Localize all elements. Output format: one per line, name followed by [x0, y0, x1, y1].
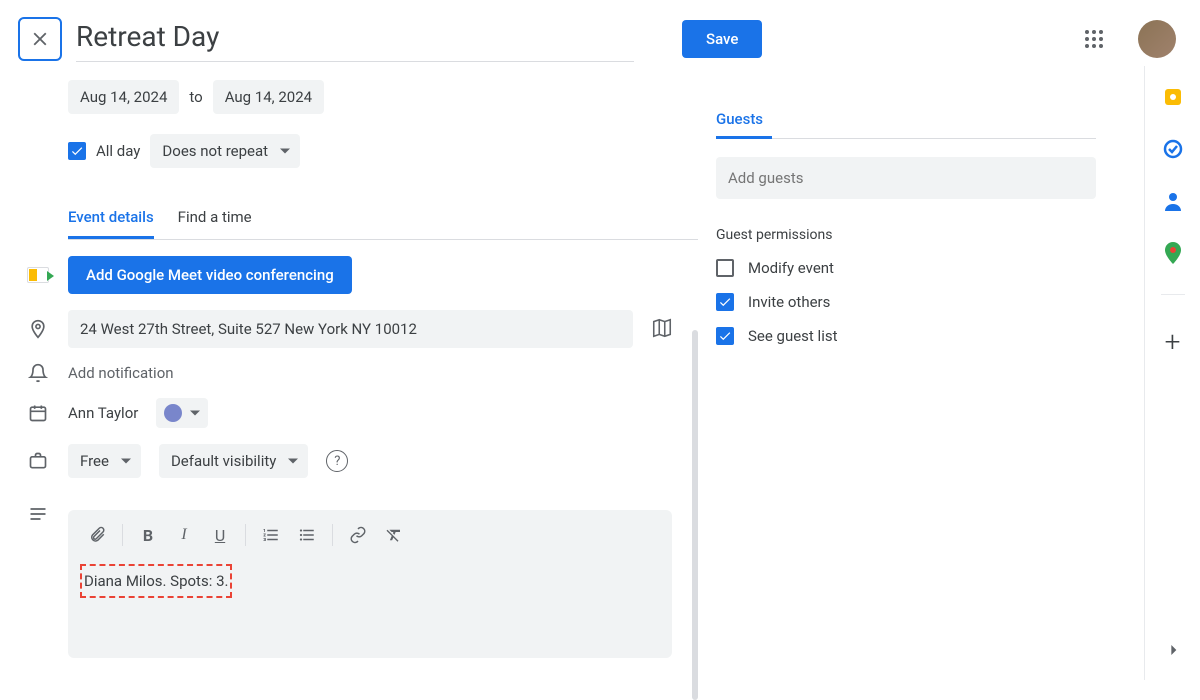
map-icon[interactable] — [651, 317, 675, 341]
close-button[interactable] — [18, 17, 62, 61]
bullet-list-icon[interactable] — [290, 518, 324, 552]
notification-icon — [26, 363, 50, 383]
visibility-select[interactable]: Default visibility — [159, 444, 308, 478]
keep-icon[interactable] — [1162, 86, 1184, 108]
description-content[interactable]: Diana Milos. Spots: 3. — [68, 560, 672, 658]
contacts-icon[interactable] — [1162, 190, 1184, 212]
guests-heading: Guests — [716, 110, 1096, 139]
start-date-chip[interactable]: Aug 14, 2024 — [68, 80, 179, 114]
briefcase-icon — [26, 451, 50, 471]
event-title-input[interactable] — [76, 16, 634, 62]
underline-icon[interactable]: U — [203, 518, 237, 552]
end-date-chip[interactable]: Aug 14, 2024 — [213, 80, 324, 114]
description-icon — [26, 506, 50, 522]
add-notification-button[interactable]: Add notification — [68, 364, 174, 382]
attachment-icon[interactable] — [80, 518, 114, 552]
all-day-checkbox[interactable] — [68, 142, 86, 160]
color-circle — [164, 404, 182, 422]
invite-others-checkbox[interactable] — [716, 293, 734, 311]
add-video-conferencing-button[interactable]: Add Google Meet video conferencing — [68, 256, 352, 294]
to-label: to — [189, 88, 202, 106]
collapse-side-panel-button[interactable] — [1163, 640, 1183, 660]
bold-icon[interactable]: B — [131, 518, 165, 552]
add-addon-button[interactable]: + — [1165, 325, 1181, 358]
see-guest-list-label: See guest list — [748, 327, 838, 345]
tab-find-a-time[interactable]: Find a time — [178, 208, 252, 239]
calendar-owner-label: Ann Taylor — [68, 404, 138, 422]
tasks-icon[interactable] — [1162, 138, 1184, 160]
italic-icon[interactable]: I — [167, 518, 201, 552]
tab-event-details[interactable]: Event details — [68, 208, 154, 239]
location-icon — [26, 319, 50, 339]
calendar-icon — [26, 403, 50, 423]
google-meet-icon — [26, 267, 50, 283]
calendar-color-select[interactable] — [156, 398, 208, 428]
save-button[interactable]: Save — [682, 20, 762, 58]
account-avatar[interactable] — [1138, 20, 1176, 58]
recurrence-select[interactable]: Does not repeat — [150, 134, 300, 168]
guest-permissions-heading: Guest permissions — [716, 227, 1096, 243]
clear-formatting-icon[interactable] — [377, 518, 411, 552]
modify-event-checkbox[interactable] — [716, 259, 734, 277]
maps-icon[interactable] — [1162, 242, 1184, 264]
modify-event-label: Modify event — [748, 259, 834, 277]
scrollbar[interactable] — [692, 330, 698, 700]
all-day-label: All day — [96, 142, 140, 160]
description-text: Diana Milos. Spots: 3. — [80, 564, 232, 598]
numbered-list-icon[interactable] — [254, 518, 288, 552]
link-icon[interactable] — [341, 518, 375, 552]
add-guests-input[interactable] — [716, 157, 1096, 199]
location-input[interactable] — [68, 310, 633, 348]
availability-select[interactable]: Free — [68, 444, 141, 478]
invite-others-label: Invite others — [748, 293, 830, 311]
google-apps-icon[interactable] — [1074, 19, 1114, 59]
see-guest-list-checkbox[interactable] — [716, 327, 734, 345]
visibility-help-icon[interactable]: ? — [326, 450, 348, 472]
